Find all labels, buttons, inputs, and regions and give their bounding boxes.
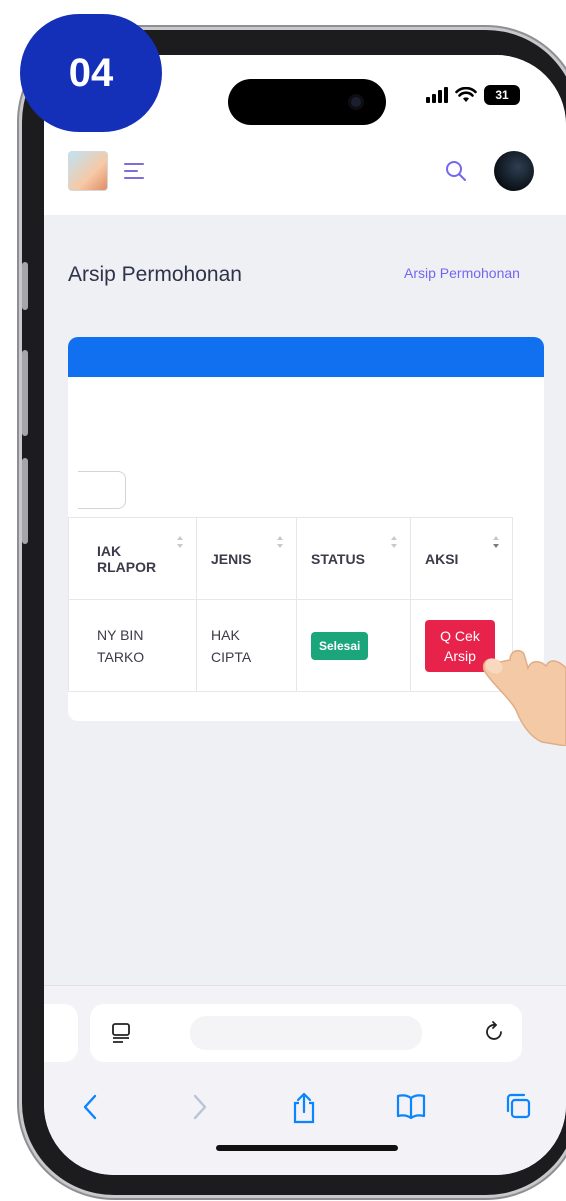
step-badge: 04 (20, 14, 162, 132)
table-row: NY BIN TARKO HAK CIPTA Selesai Q Cek Ars… (68, 599, 513, 692)
back-icon[interactable] (80, 1092, 102, 1127)
cell-jenis: HAK CIPTA (196, 599, 297, 692)
breadcrumb[interactable]: Arsip Permohonan (404, 265, 520, 281)
page-title: Arsip Permohonan (68, 263, 242, 286)
phone-screen: 6 31 Arsip Permohonan Arsip Permohonan (44, 55, 566, 1175)
share-icon[interactable] (290, 1092, 318, 1129)
column-header-status[interactable]: STATUS (296, 517, 411, 600)
forward-icon[interactable] (188, 1092, 210, 1127)
column-header-label: STATUS (311, 550, 365, 567)
home-indicator (216, 1145, 398, 1151)
volume-down-button (22, 458, 28, 544)
url-field[interactable] (190, 1016, 422, 1050)
user-avatar[interactable] (494, 151, 534, 191)
table-header-row: IAK RLAPOR JENIS STATUS AKSI (68, 517, 513, 600)
tabs-icon[interactable] (504, 1092, 532, 1125)
previous-tab-pill[interactable] (44, 1004, 78, 1062)
column-header-label: IAK RLAPOR (97, 542, 157, 575)
address-bar[interactable] (90, 1004, 522, 1062)
status-icons: 31 (426, 85, 520, 105)
sort-icon[interactable] (492, 534, 500, 550)
cell-pelapor: NY BIN TARKO (68, 599, 197, 692)
signal-icon (426, 87, 448, 103)
search-icon[interactable] (444, 159, 468, 183)
app-header (44, 127, 566, 215)
column-header-pelapor[interactable]: IAK RLAPOR (68, 517, 197, 600)
cell-text: NY BIN TARKO (97, 626, 145, 665)
column-header-aksi[interactable]: AKSI (410, 517, 513, 600)
column-header-jenis[interactable]: JENIS (196, 517, 297, 600)
volume-up-button (22, 350, 28, 436)
app-logo[interactable] (68, 151, 108, 191)
sort-icon[interactable] (390, 534, 398, 550)
column-header-label: AKSI (425, 550, 459, 567)
column-header-label: JENIS (211, 550, 252, 567)
bookmarks-icon[interactable] (396, 1092, 426, 1125)
hamburger-menu-icon[interactable] (124, 163, 144, 184)
card-header (68, 337, 544, 377)
wifi-icon (455, 87, 477, 102)
camera-dot (348, 94, 364, 110)
dynamic-island (228, 79, 386, 125)
cell-text: HAK CIPTA (211, 626, 252, 665)
archive-card: IAK RLAPOR JENIS STATUS AKSI NY BIN TARK… (68, 337, 544, 721)
sort-icon[interactable] (276, 534, 284, 550)
pointing-hand-icon (482, 649, 566, 746)
cell-status: Selesai (296, 599, 411, 692)
table-search-input[interactable] (78, 471, 126, 509)
browser-nav-row (44, 1092, 566, 1132)
page-menu-icon[interactable] (110, 1022, 132, 1044)
reload-icon[interactable] (482, 1020, 506, 1044)
battery-icon: 31 (484, 85, 520, 105)
archive-table: IAK RLAPOR JENIS STATUS AKSI NY BIN TARK… (68, 517, 513, 692)
sort-icon[interactable] (176, 534, 184, 550)
status-badge: Selesai (311, 631, 369, 660)
mute-switch (22, 262, 28, 310)
